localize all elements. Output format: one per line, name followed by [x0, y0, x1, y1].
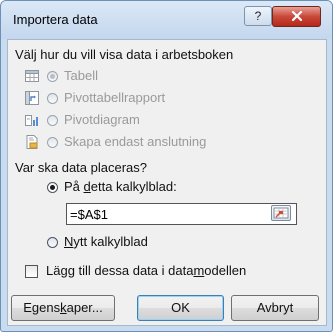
option-pivotchart-label: Pivotdiagram [64, 112, 140, 127]
connection-icon [26, 135, 38, 149]
existing-sheet-label-suffix: etta kalkylblad: [90, 179, 177, 194]
new-sheet-label-suffix: ytt kalkylblad [73, 234, 148, 249]
close-button[interactable] [272, 6, 321, 27]
help-button[interactable]: ? [244, 6, 272, 26]
properties-button[interactable]: Egenskaper... [11, 295, 115, 321]
existing-sheet-label: På detta kalkylblad: [64, 179, 177, 194]
title-bar: Importera data ? [1, 1, 332, 39]
data-model-label: Lägg till dessa data i datamodellen [46, 263, 246, 278]
data-model-label-prefix: Lägg till dessa data i data [46, 263, 194, 278]
dialog-title: Importera data [13, 12, 98, 27]
existing-sheet-mnemonic: d [83, 179, 91, 194]
pivottable-icon [25, 91, 39, 105]
radio-pivotchart[interactable] [47, 115, 58, 126]
view-section-heading: Välj hur du vill visa data i arbetsboken [15, 47, 234, 62]
radio-existing-sheet-dot [50, 185, 55, 190]
radio-new-sheet[interactable] [47, 237, 58, 248]
pivotchart-icon [25, 115, 38, 126]
radio-table-dot [50, 74, 55, 79]
ok-button[interactable]: OK [137, 295, 224, 321]
table-icon [25, 70, 39, 82]
properties-prefix: Egens [23, 300, 61, 315]
new-sheet-label: Nytt kalkylblad [64, 234, 148, 249]
new-sheet-mnemonic: N [64, 234, 74, 249]
range-input-box [66, 203, 297, 225]
radio-table[interactable] [47, 71, 58, 82]
option-connection-label: Skapa endast anslutning [64, 134, 207, 149]
cancel-button[interactable]: Avbryt [231, 295, 319, 321]
option-table-label: Tabell [64, 68, 98, 83]
radio-pivottable[interactable] [47, 93, 58, 104]
collapse-range-icon [273, 207, 289, 219]
radio-existing-sheet[interactable] [47, 182, 58, 193]
existing-sheet-label-prefix: På [64, 179, 84, 194]
radio-connection-only[interactable] [47, 137, 58, 148]
properties-suffix: aper... [66, 300, 103, 315]
data-model-mnemonic: m [193, 263, 205, 278]
option-pivottable-label: Pivottabellrapport [64, 90, 166, 105]
add-to-data-model-checkbox[interactable] [25, 265, 38, 278]
import-data-dialog: Importera data ? Välj hur du vill visa d… [0, 0, 333, 332]
location-section-heading: Var ska data placeras? [15, 160, 147, 175]
range-select-button[interactable] [271, 205, 291, 221]
range-input[interactable] [67, 204, 270, 224]
close-icon [291, 10, 302, 22]
dialog-body: Välj hur du vill visa data i arbetsboken… [7, 39, 327, 326]
data-model-label-suffix: odellen [204, 263, 247, 278]
